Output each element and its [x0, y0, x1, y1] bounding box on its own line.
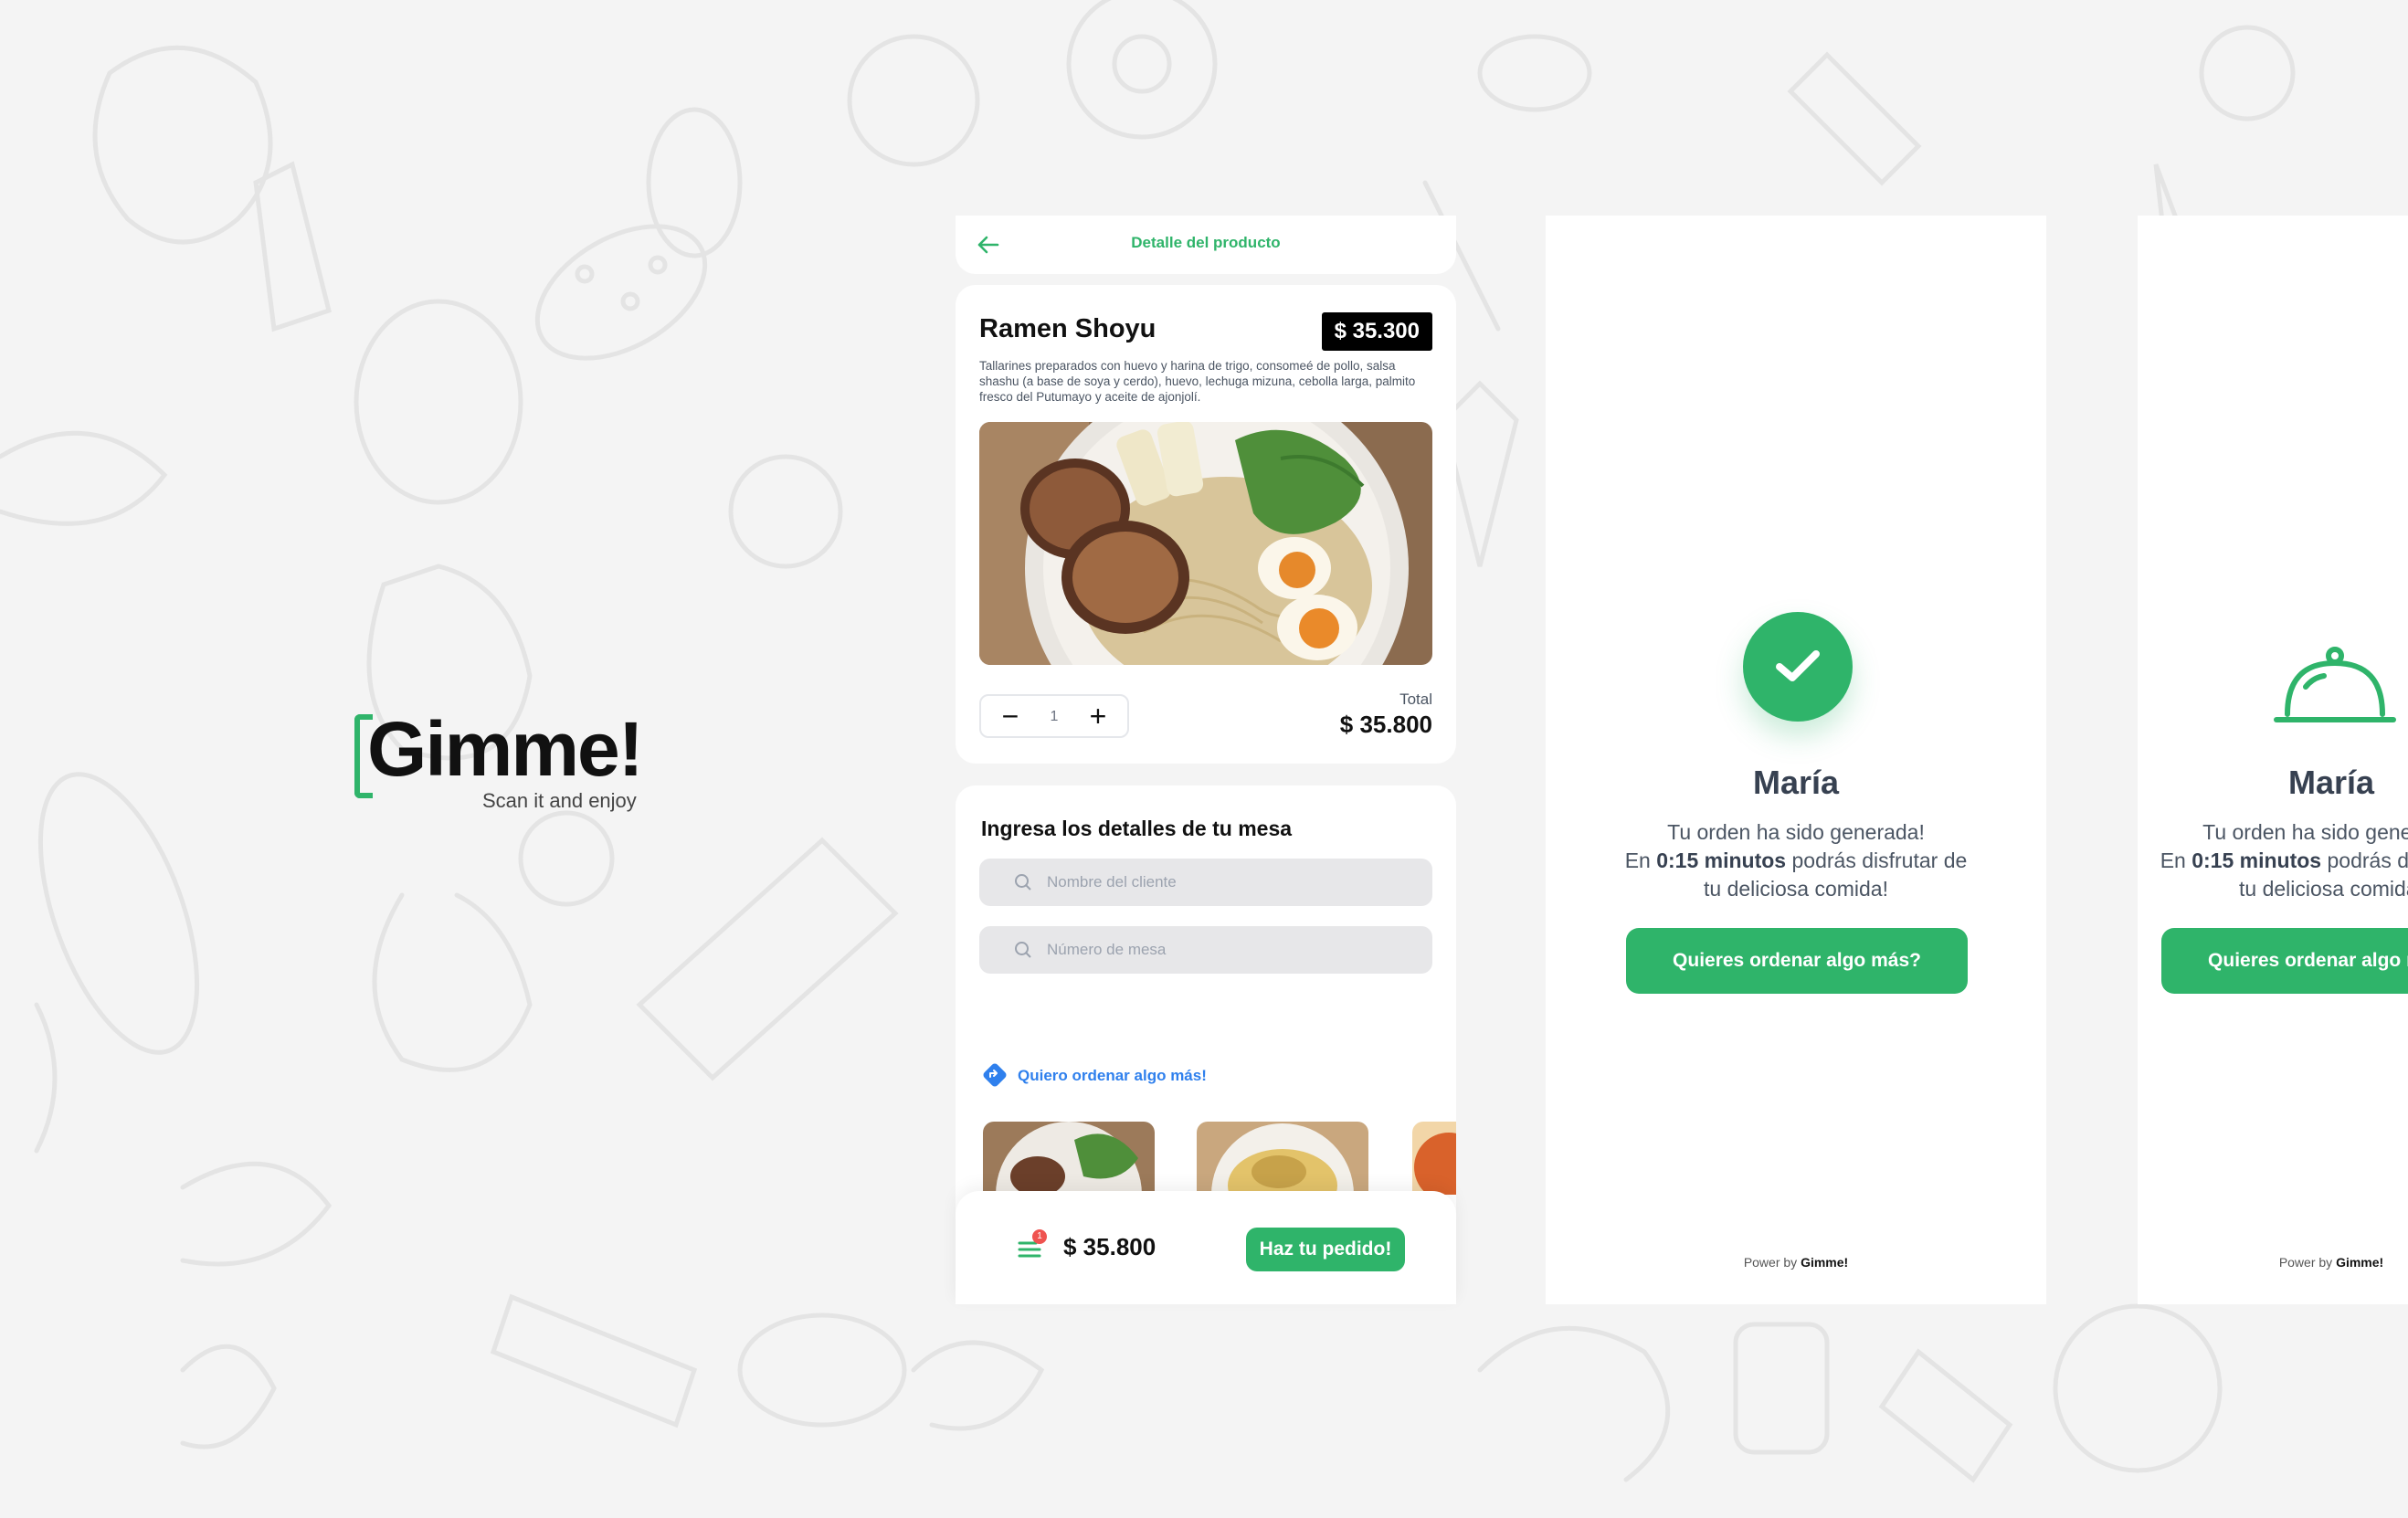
- powered-by-footer: Power by Gimme!: [2138, 1255, 2408, 1270]
- table-number-field-wrapper: [979, 926, 1432, 974]
- customer-name: María: [2287, 764, 2375, 801]
- powered-by-brand: Gimme!: [2336, 1255, 2384, 1270]
- suggestion-thumbnail[interactable]: [983, 1122, 1155, 1195]
- table-number-field[interactable]: [1047, 926, 1412, 974]
- price-badge: $ 35.300: [1321, 312, 1432, 351]
- order-bottom-bar: 1 $ 35.800 Haz tu pedido!: [956, 1191, 1456, 1304]
- check-icon: [1776, 650, 1820, 681]
- order-more-button[interactable]: Quieres ordenar algo más?: [2161, 928, 2408, 994]
- customer-name: María: [1752, 764, 1840, 801]
- direction-sign-icon: [983, 1063, 1007, 1087]
- confirmation-line-2-suffix: podrás disfrutar de: [1786, 849, 1968, 872]
- product-detail-header: Detalle del producto: [956, 216, 1456, 274]
- logo-tagline: Scan it and enjoy: [482, 789, 637, 812]
- confirmation-line-3: tu deliciosa comida!: [2239, 877, 2408, 901]
- order-confirmation-screen-cropped: María Tu orden ha sido generada! En 0:15…: [2138, 216, 2408, 1304]
- wait-time: 0:15 minutos: [1656, 849, 1787, 872]
- success-badge: [1743, 612, 1853, 722]
- page-title: Detalle del producto: [1131, 234, 1281, 251]
- confirmation-line-2-prefix: En: [1624, 849, 1657, 872]
- powered-by-label: Power by: [2278, 1255, 2337, 1270]
- increase-quantity-button[interactable]: +: [1076, 696, 1120, 736]
- quantity-stepper: − 1 +: [979, 694, 1129, 738]
- confirmation-line-1: Tu orden ha sido generada!: [2202, 820, 2408, 844]
- order-more-label: Quiero ordenar algo más!: [1018, 1067, 1207, 1084]
- order-confirmation-screen: María Tu orden ha sido generada! En 0:15…: [1546, 216, 2046, 1304]
- logo-wordmark: Gimme!: [367, 706, 644, 792]
- cloche-icon: [2274, 647, 2396, 722]
- place-order-button[interactable]: Haz tu pedido!: [1246, 1228, 1405, 1271]
- client-name-field-wrapper: [979, 859, 1432, 906]
- total-label: Total: [1399, 690, 1432, 708]
- confirmation-line-3: tu deliciosa comida!: [1704, 877, 1888, 901]
- confirmation-line-2-prefix: En: [2160, 849, 2192, 872]
- powered-by-label: Power by: [1743, 1255, 1801, 1270]
- confirmation-line-1: Tu orden ha sido generada!: [1667, 820, 1925, 844]
- product-card: Ramen Shoyu $ 35.300 Tallarines preparad…: [956, 285, 1456, 764]
- product-photo: [979, 422, 1432, 665]
- product-description: Tallarines preparados con huevo y harina…: [979, 359, 1416, 404]
- suggestion-thumbnail[interactable]: [1412, 1122, 1456, 1195]
- table-details-title: Ingresa los detalles de tu mesa: [981, 817, 1293, 840]
- confirmation-message: Tu orden ha sido generada! En 0:15 minut…: [2138, 818, 2408, 903]
- order-more-link[interactable]: Quiero ordenar algo más!: [981, 1061, 1207, 1089]
- wait-time: 0:15 minutos: [2191, 849, 2322, 872]
- cart-count-badge: 1: [1032, 1229, 1047, 1244]
- total-value: $ 35.800: [1339, 711, 1432, 738]
- powered-by-brand: Gimme!: [1801, 1255, 1849, 1270]
- gimme-logo: Gimme! Scan it and enjoy: [354, 706, 665, 813]
- suggestion-thumbnail[interactable]: [1197, 1122, 1368, 1195]
- confirmation-line-2-suffix: podrás disfrutar de: [2327, 849, 2408, 872]
- confirmation-message: Tu orden ha sido generada! En 0:15 minut…: [1582, 818, 2010, 903]
- powered-by-footer: Power by Gimme!: [1546, 1255, 2046, 1270]
- table-details-card: Ingresa los detalles de tu mesa Quiero o…: [956, 785, 1456, 1260]
- order-sum: $ 35.800: [1063, 1233, 1156, 1260]
- order-more-button[interactable]: Quieres ordenar algo más?: [1626, 928, 1968, 994]
- client-name-field[interactable]: [1047, 859, 1412, 906]
- search-icon: [1015, 874, 1031, 891]
- search-icon: [1015, 942, 1031, 958]
- product-name: Ramen Shoyu: [979, 314, 1156, 343]
